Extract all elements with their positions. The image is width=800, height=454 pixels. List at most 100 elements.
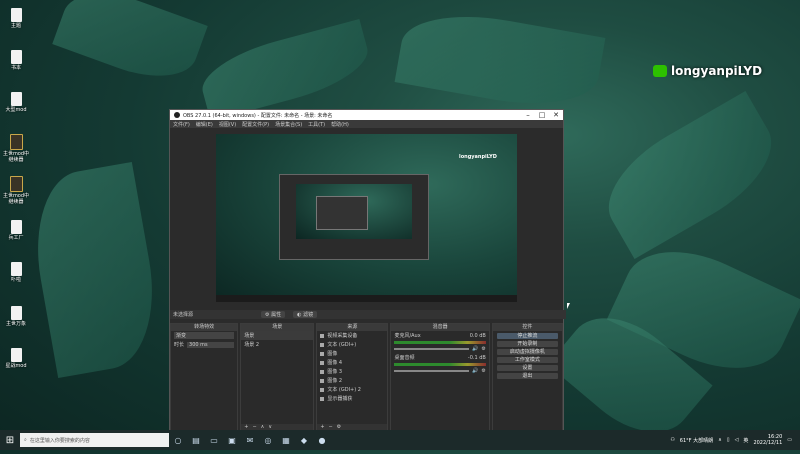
widgets-icon[interactable]: ▤ <box>187 436 205 445</box>
source-item[interactable]: 文本 (GDI+) 2 <box>317 385 387 394</box>
desktop-icon[interactable]: 主世万象 <box>2 306 30 327</box>
edge-icon[interactable]: ◎ <box>259 436 277 445</box>
app-icon[interactable]: ◆ <box>295 436 313 445</box>
chevron-up-icon[interactable]: ∧ <box>718 437 722 443</box>
desktop-icon[interactable]: 兵工厂 <box>2 220 30 241</box>
start-recording-button[interactable]: 开始录制 <box>496 341 558 347</box>
desktop-icon-label: 卟啦 <box>10 277 21 283</box>
properties-button[interactable]: ⚙ 属性 <box>261 311 286 318</box>
desktop-icon[interactable]: 卟啦 <box>2 262 30 283</box>
source-item[interactable]: 图像 <box>317 349 387 358</box>
speaker-icon[interactable]: 🔊 <box>472 346 478 352</box>
store-icon[interactable]: ▣ <box>223 436 241 445</box>
scene-item[interactable]: 场景 2 <box>241 340 313 349</box>
taskbar: ⊞ ⌕ 在这里输入你要搜索的内容 ○ ▤ ▭ ▣ ✉ ◎ ▦ ◆ ● ⚇ 61°… <box>0 430 800 450</box>
close-icon[interactable]: ✕ <box>549 111 563 119</box>
source-item[interactable]: 图像 2 <box>317 376 387 385</box>
settings-button[interactable]: 设置 <box>496 365 558 371</box>
transition-select[interactable]: 渐变 <box>171 331 237 340</box>
watermark-text: longyanpiLYD <box>671 64 763 78</box>
desktop-icon[interactable]: 主题 <box>2 8 30 29</box>
maximize-icon[interactable]: □ <box>535 111 549 119</box>
desktop-icon[interactable]: 大型mod <box>2 92 30 113</box>
weather-widget[interactable]: 61°F 大部晴朗 <box>680 437 713 444</box>
menu-tools[interactable]: 工具(T) <box>308 121 325 128</box>
window-title: OBS 27.0.1 (64-bit, windows) - 配置文件: 未命名… <box>183 112 333 119</box>
file-explorer-icon[interactable]: ▭ <box>205 436 223 445</box>
volume-meter <box>394 363 486 366</box>
menu-profile[interactable]: 配置文件(P) <box>242 121 269 128</box>
minimize-icon[interactable]: – <box>521 111 535 119</box>
people-icon[interactable]: ⚇ <box>670 437 674 443</box>
source-toolbar: 未选择源 ⚙ 属性 ◐ 滤镜 <box>170 310 566 319</box>
dock-title: 混音器 <box>391 324 489 331</box>
window-titlebar[interactable]: OBS 27.0.1 (64-bit, windows) - 配置文件: 未命名… <box>170 110 563 120</box>
source-item[interactable]: 视频采集设备 <box>317 331 387 340</box>
desktop-icon-label: 兵工厂 <box>8 235 24 241</box>
gear-icon[interactable]: ⚙ <box>481 346 485 352</box>
source-item[interactable]: 文本 (GDI+) <box>317 340 387 349</box>
gear-icon[interactable]: ⚙ <box>481 368 485 374</box>
clock[interactable]: 16:20 2022/12/11 <box>753 434 782 446</box>
preview-area[interactable]: longyanpiLYD <box>170 129 563 316</box>
menu-edit[interactable]: 编辑(E) <box>196 121 213 128</box>
notification-icon[interactable]: ▭ <box>787 437 792 443</box>
scene-item[interactable]: 场景 <box>241 331 314 340</box>
search-box[interactable]: ⌕ 在这里输入你要搜索的内容 <box>20 433 169 447</box>
no-source-label: 未选择源 <box>173 312 194 318</box>
dock-title: 控件 <box>492 324 562 331</box>
mixer-track: 桌面音频 -0.1 dB <box>394 354 486 362</box>
desktop-icon-label: 星战mod <box>5 363 27 369</box>
mixer-track: 麦克风/Aux 0.0 dB <box>394 332 486 340</box>
mixer-dock: 混音器 麦克风/Aux 0.0 dB 🔊 ⚙ 桌面音频 -0.1 dB 🔊 ⚙ <box>390 323 490 431</box>
stop-streaming-button[interactable]: 停止推流 <box>496 333 558 339</box>
desktop-icon[interactable]: 主世mod中 继续器 <box>2 176 30 205</box>
ime-indicator[interactable]: 英 <box>743 437 748 444</box>
wechat-watermark: longyanpiLYD <box>653 64 762 78</box>
photos-icon[interactable]: ▦ <box>277 436 295 445</box>
wechat-icon <box>653 65 667 77</box>
speaker-icon[interactable]: 🔊 <box>472 368 478 374</box>
menu-file[interactable]: 文件(F) <box>173 121 190 128</box>
studio-mode-button[interactable]: 工作室模式 <box>496 357 558 363</box>
mail-icon[interactable]: ✉ <box>241 436 259 445</box>
volume-controls[interactable]: 🔊 ⚙ <box>391 345 488 353</box>
dock-area: 转场特效 渐变 时长 300 ms 场景 场景 场景 2 + − ∧ ∨ 来源 视频采集… <box>170 323 563 431</box>
nested-obs-window-2 <box>316 196 368 230</box>
desktop-icon[interactable]: 星战mod <box>2 348 30 369</box>
volume-meter <box>394 341 486 344</box>
desktop-icon[interactable]: 书本 <box>2 50 30 71</box>
task-view-icon[interactable]: ○ <box>169 436 187 445</box>
volume-icon[interactable]: ◁ <box>735 437 739 443</box>
nested-taskbar <box>216 295 517 302</box>
filters-button[interactable]: ◐ 滤镜 <box>293 311 318 318</box>
sources-dock: 来源 视频采集设备 文本 (GDI+) 图像 图像 4 图像 3 图像 2 文本… <box>316 323 389 431</box>
desktop-icon-label: 书本 <box>10 65 21 71</box>
source-item[interactable]: 图像 3 <box>317 367 387 376</box>
transitions-dock: 转场特效 渐变 时长 300 ms <box>170 323 239 431</box>
exit-button[interactable]: 退出 <box>496 373 558 379</box>
source-item[interactable]: 图像 4 <box>317 358 387 367</box>
scenes-dock: 场景 场景 场景 2 + − ∧ ∨ <box>240 323 315 431</box>
obs-window[interactable]: OBS 27.0.1 (64-bit, windows) - 配置文件: 未命名… <box>169 109 566 434</box>
menu-scene-collection[interactable]: 场景集合(S) <box>275 121 302 128</box>
search-placeholder: 在这里输入你要搜索的内容 <box>29 437 90 444</box>
obs-logo-icon <box>174 112 180 118</box>
nested-preview <box>296 184 412 239</box>
desktop-icon-label: 主世万象 <box>5 321 26 327</box>
menu-help[interactable]: 帮助(H) <box>331 121 349 128</box>
duration-row: 时长 300 ms <box>171 340 237 349</box>
menu-bar: 文件(F) 编辑(E) 视图(V) 配置文件(P) 场景集合(S) 工具(T) … <box>170 120 563 128</box>
desktop-icon-label: 主世mod中 继续器 <box>2 151 30 163</box>
source-item[interactable]: 显示器捕获 <box>317 394 387 403</box>
mouse-cursor <box>567 303 570 309</box>
search-icon: ⌕ <box>24 437 27 443</box>
obs-taskbar-icon[interactable]: ● <box>313 436 331 445</box>
menu-view[interactable]: 视图(V) <box>219 121 236 128</box>
duration-input[interactable]: 300 ms <box>187 341 235 348</box>
virtual-camera-button[interactable]: 启动虚拟摄像机 <box>496 349 558 355</box>
desktop-icon[interactable]: 主世mod中 继续器 <box>2 134 30 163</box>
volume-controls[interactable]: 🔊 ⚙ <box>391 367 488 375</box>
start-button[interactable]: ⊞ <box>0 435 20 446</box>
network-icon[interactable]: ▯ <box>727 437 730 443</box>
